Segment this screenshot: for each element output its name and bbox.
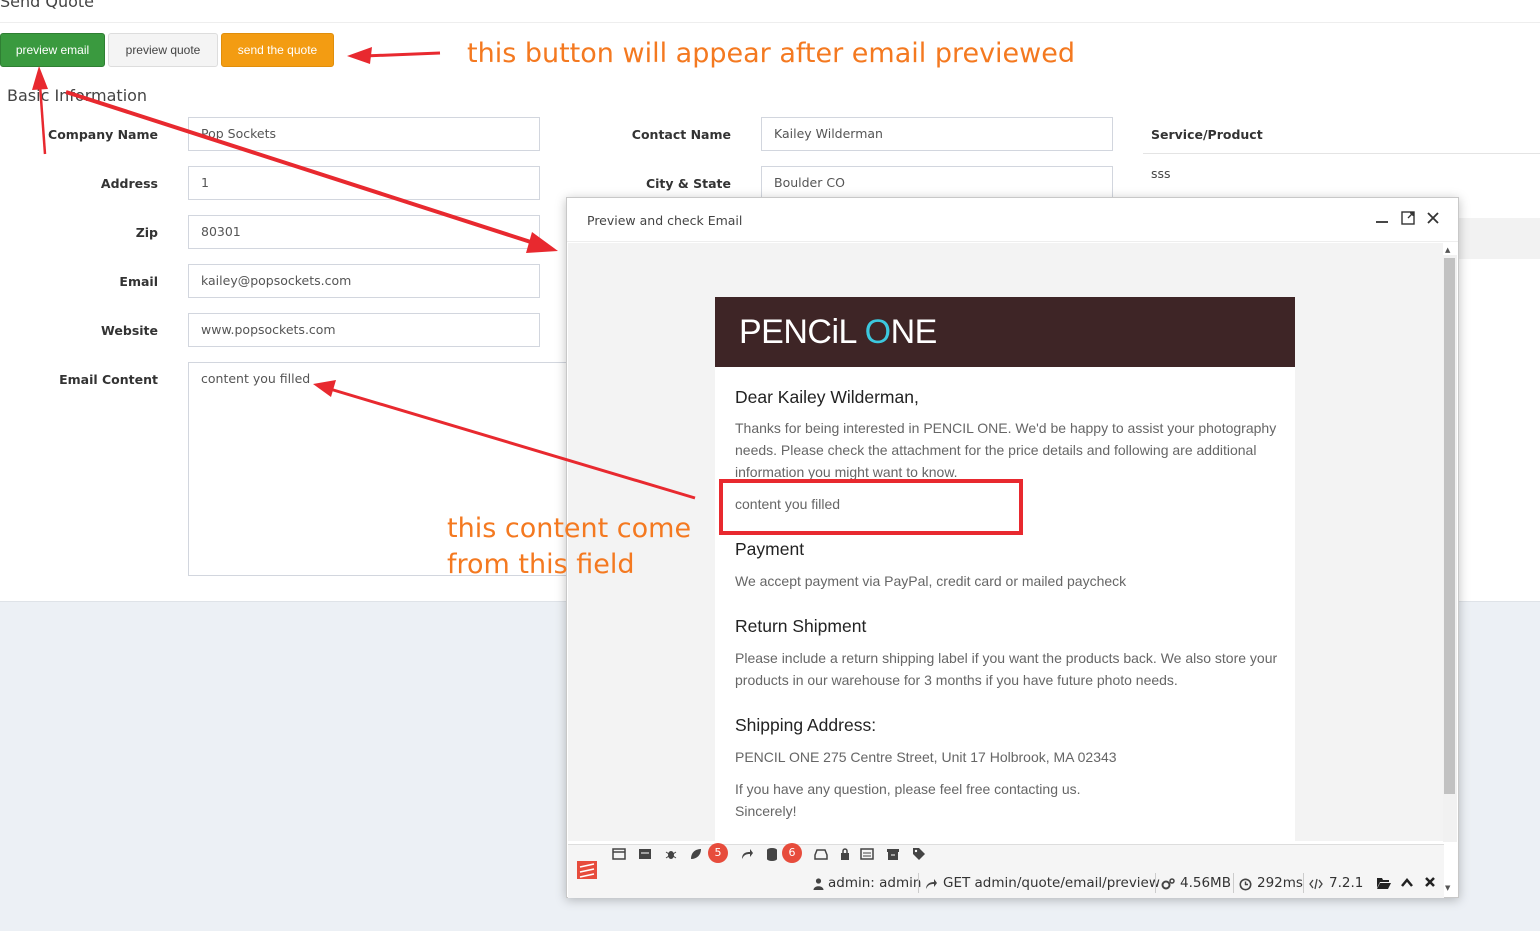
modal-body: PENCiL ONE Dear Kailey Wilderman, Thanks… [568, 243, 1443, 841]
preview-email-button[interactable]: preview email [0, 33, 105, 67]
payment-text: We accept payment via PayPal, credit car… [735, 573, 1127, 589]
service-row [1458, 218, 1540, 259]
debugbar-divider [1233, 873, 1234, 893]
annotation-content-note-line2: from this field [447, 549, 635, 580]
email-greeting: Dear Kailey Wilderman, [735, 387, 919, 407]
scroll-up-arrow[interactable]: ▲ [1445, 246, 1450, 254]
modal-header: Preview and check Email [567, 198, 1458, 242]
chevron-up-icon[interactable] [1400, 876, 1414, 894]
shipping-text: PENCIL ONE 275 Centre Street, Unit 17 Ho… [735, 749, 1117, 765]
service-header: Service/Product [1151, 127, 1263, 142]
clock-icon [1239, 878, 1252, 895]
pencil-one-logo: PENCiL ONE [739, 313, 937, 351]
maximize-icon[interactable] [1399, 210, 1417, 228]
email-preview: PENCiL ONE Dear Kailey Wilderman, Thanks… [715, 297, 1295, 841]
scrollbar-thumb[interactable] [1444, 258, 1455, 794]
debugbar-logo-icon[interactable] [576, 859, 598, 885]
address-field[interactable]: 1 [188, 166, 540, 200]
contact-label: Contact Name [631, 127, 731, 142]
queries-badge: 6 [782, 843, 802, 863]
debugbar-divider [1303, 873, 1304, 893]
scroll-down-arrow[interactable]: ▼ [1445, 884, 1450, 892]
queries-icon[interactable] [765, 847, 779, 865]
payment-heading: Payment [735, 539, 805, 559]
website-field[interactable]: www.popsockets.com [188, 313, 540, 347]
return-heading: Return Shipment [735, 616, 867, 636]
city-state-label: City & State [645, 176, 731, 191]
exceptions-icon[interactable] [664, 847, 678, 865]
debugbar-route[interactable]: GET admin/quote/email/preview [943, 875, 1160, 891]
annotation-button-note: this button will appear after email prev… [467, 38, 1076, 69]
email-header: PENCiL ONE [715, 297, 1295, 367]
preview-email-modal: Preview and check Email PENCiL ONE Dear … [566, 197, 1459, 898]
logs-badge: 5 [708, 843, 728, 863]
preview-quote-button[interactable]: preview quote [108, 33, 218, 67]
minimize-icon[interactable] [1373, 210, 1391, 228]
user-icon [813, 878, 824, 894]
sign-off: Sincerely! [735, 803, 797, 819]
send-quote-button[interactable]: send the quote [221, 33, 334, 67]
website-label: Website [101, 323, 158, 338]
close-icon[interactable] [1424, 210, 1442, 228]
debugbar-divider [918, 873, 919, 893]
redirect-icon[interactable] [740, 847, 754, 865]
email-field[interactable]: kailey@popsockets.com [188, 264, 540, 298]
email-content-label: Email Content [59, 372, 158, 387]
title-divider [0, 22, 1540, 23]
closing-line: If you have any question, please feel fr… [735, 781, 1081, 797]
memory-icon [1161, 878, 1175, 895]
debug-bar: 5 6 admin: admin GET admin/quote/email/p… [568, 843, 1444, 898]
company-label: Company Name [48, 127, 158, 142]
logs-icon[interactable] [689, 847, 703, 865]
highlight-box [719, 479, 1023, 535]
session-icon[interactable] [886, 847, 900, 865]
timeline-icon[interactable] [638, 847, 652, 865]
modal-title: Preview and check Email [587, 213, 743, 228]
route-icon [925, 878, 938, 894]
code-icon [1309, 878, 1323, 894]
folder-open-icon[interactable] [1376, 876, 1392, 894]
shipping-heading: Shipping Address: [735, 715, 877, 735]
contact-field[interactable]: Kailey Wilderman [761, 117, 1113, 151]
annotation-content-note-line1: this content come [447, 513, 692, 544]
address-label: Address [100, 176, 158, 191]
tags-icon[interactable] [912, 847, 926, 865]
city-state-field[interactable]: Boulder CO [761, 166, 1113, 200]
gate-icon[interactable] [860, 847, 874, 865]
auth-lock-icon[interactable] [838, 847, 852, 865]
email-intro: Thanks for being interested in PENCIL ON… [735, 420, 1277, 480]
debugbar-php-version[interactable]: 7.2.1 [1329, 875, 1363, 891]
zip-label: Zip [135, 225, 158, 240]
zip-field[interactable]: 80301 [188, 215, 540, 249]
mail-icon[interactable] [814, 847, 828, 865]
close-debugbar-icon[interactable] [1424, 876, 1436, 892]
email-label: Email [119, 274, 158, 289]
debugbar-divider [1155, 873, 1156, 893]
debugbar-memory[interactable]: 4.56MB [1180, 875, 1231, 891]
page-title: Send Quote [0, 0, 95, 11]
messages-icon[interactable] [612, 847, 626, 865]
company-field[interactable]: Pop Sockets [188, 117, 540, 151]
service-divider [1143, 153, 1540, 154]
service-value: sss [1151, 166, 1171, 181]
debugbar-time[interactable]: 292ms [1257, 875, 1303, 891]
section-title: Basic Information [7, 86, 148, 105]
return-text: Please include a return shipping label i… [735, 650, 1278, 688]
debugbar-user[interactable]: admin: admin [828, 875, 921, 891]
